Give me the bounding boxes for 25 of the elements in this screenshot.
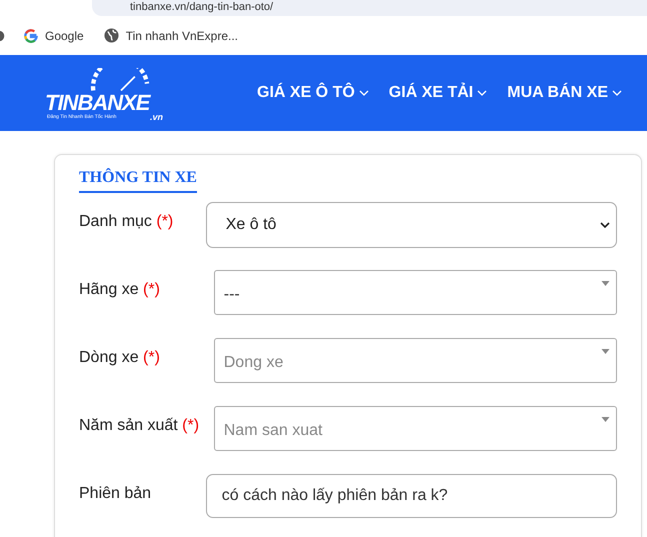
chevron-icon [612,90,622,96]
bookmark[interactable]: Google [24,28,84,42]
field-label: Dòng xe (*) [79,348,161,367]
caret-icon [601,281,610,286]
nav-link[interactable]: GIÁ XE Ô TÔ [257,84,369,102]
dropdown[interactable]: Xe ô tô [206,202,617,248]
dropdown[interactable]: Nam san xuat [214,406,617,451]
dropdown[interactable]: Dong xe [214,338,617,383]
input-field[interactable]: có cách nào lấy phiên bản ra k? [206,474,617,518]
field-label: Hãng xe (*) [79,280,161,299]
field-label: Danh mục (*) [79,212,174,231]
field-label: Năm sản xuất (*) [79,416,200,435]
section-title: THÔNG TIN XE [79,169,197,193]
nav-link[interactable]: GIÁ XE TẢI [388,84,488,102]
field-label: Phiên bản [79,484,152,503]
chevron-icon [600,222,610,228]
caret-icon [601,417,610,422]
chevron-icon [477,90,488,96]
chevron-icon [358,90,369,96]
caret-icon [601,349,610,354]
dropdown[interactable]: --- [214,270,617,315]
nav-link[interactable]: MUA BÁN XE [507,84,622,102]
bookmark[interactable]: Tin nhanh VnExpre... [104,28,238,43]
google-icon [24,28,38,42]
address-bar[interactable]: tinbanxe.vn/dang-tin-ban-oto/ [92,0,647,16]
